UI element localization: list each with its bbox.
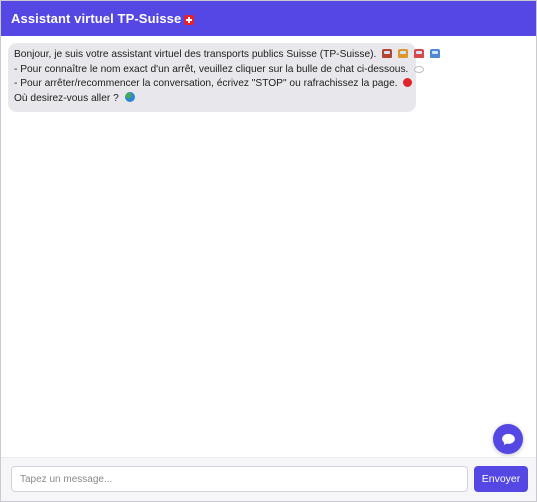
chat-bubble-icon (501, 433, 515, 445)
message-line: Où desirez-vous aller ? (14, 91, 410, 107)
chat-title: Assistant virtuel TP-Suisse (11, 11, 182, 26)
tram-icon (398, 49, 409, 58)
message-list: Bonjour, je suis votre assistant virtuel… (1, 36, 536, 457)
speech-bubble-icon (414, 65, 425, 73)
chat-window: Assistant virtuel TP-Suisse Bonjour, je … (0, 0, 537, 502)
message-line: Bonjour, je suis votre assistant virtuel… (14, 48, 440, 63)
red-circle-icon (403, 78, 413, 88)
message-text: - Pour connaître le nom exact d'un arrêt… (14, 63, 409, 75)
message-text: Bonjour, je suis votre assistant virtuel… (14, 49, 377, 60)
bot-message-bubble: Bonjour, je suis votre assistant virtuel… (8, 43, 440, 113)
message-composer: Envoyer (1, 457, 536, 501)
chat-bubble-button[interactable] (493, 424, 523, 454)
message-input[interactable] (11, 466, 468, 492)
message-line: - Pour arrêter/recommencer la conversati… (14, 77, 413, 92)
railway-car-icon (413, 49, 424, 58)
chat-header: Assistant virtuel TP-Suisse (1, 1, 536, 36)
message-line: - Pour connaître le nom exact d'un arrêt… (14, 63, 425, 78)
bullet-train-icon (429, 49, 440, 58)
swiss-flag-icon (184, 14, 195, 25)
train-icon (382, 49, 393, 58)
message-text: - Pour arrêter/recommencer la conversati… (14, 78, 398, 90)
globe-icon (124, 91, 135, 102)
message-text: Où desirez-vous aller ? (14, 92, 119, 104)
send-button[interactable]: Envoyer (474, 466, 528, 492)
